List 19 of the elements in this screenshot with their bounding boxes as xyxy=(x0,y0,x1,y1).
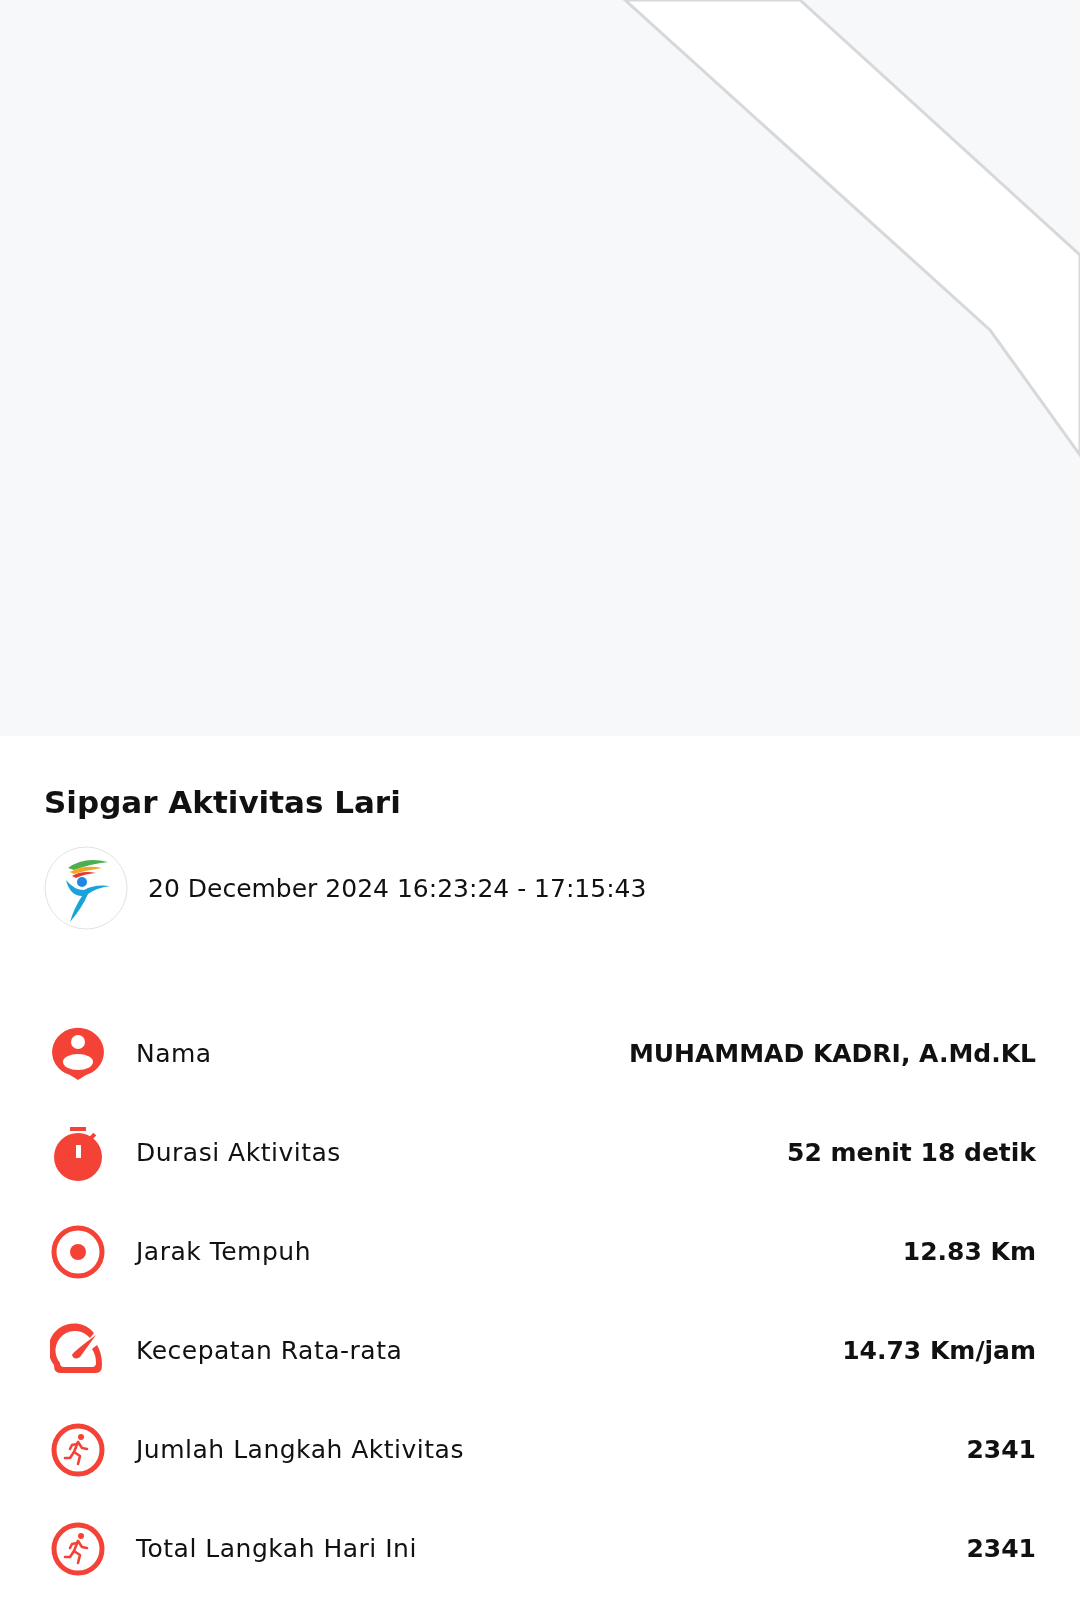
stat-value: 14.73 Km/jam xyxy=(842,1336,1036,1365)
stat-label: Kecepatan Rata-rata xyxy=(136,1336,403,1365)
person-pin-icon xyxy=(50,1025,106,1082)
stat-label: Total Langkah Hari Ini xyxy=(136,1534,417,1563)
stat-value: 2341 xyxy=(966,1435,1036,1464)
stat-label: Durasi Aktivitas xyxy=(136,1138,341,1167)
stat-label: Nama xyxy=(136,1039,212,1068)
target-icon xyxy=(50,1223,106,1280)
stat-label: Jumlah Langkah Aktivitas xyxy=(136,1435,464,1464)
runner-logo-icon xyxy=(44,846,128,930)
stat-value: 52 menit 18 detik xyxy=(787,1138,1036,1167)
runner-icon xyxy=(50,1421,106,1478)
stat-label: Jarak Tempuh xyxy=(136,1237,312,1266)
stat-value: MUHAMMAD KADRI, A.Md.KL xyxy=(628,1039,1036,1068)
activity-title: Sipgar Aktivitas Lari xyxy=(44,783,402,822)
stat-value: 12.83 Km xyxy=(902,1237,1036,1266)
stat-value: 2341 xyxy=(966,1534,1036,1563)
runner-icon xyxy=(50,1520,106,1577)
activity-datetime: 20 December 2024 16:23:24 - 17:15:43 xyxy=(148,873,647,903)
